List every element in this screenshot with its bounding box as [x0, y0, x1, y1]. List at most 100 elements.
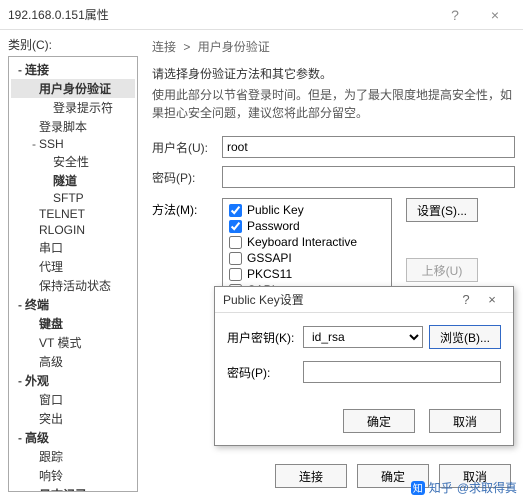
category-label: 类别(C):	[8, 36, 138, 53]
method-option[interactable]: Password	[229, 218, 385, 234]
subdlg-cancel-button[interactable]: 取消	[429, 409, 501, 433]
tree-node[interactable]: -终端	[11, 295, 135, 314]
tree-node[interactable]: 日志记录	[11, 485, 135, 492]
tree-node-label: 用户身份验证	[39, 82, 111, 96]
password-label: 密码(P):	[152, 169, 222, 186]
subdlg-ok-button[interactable]: 确定	[343, 409, 415, 433]
breadcrumb-root[interactable]: 连接	[152, 40, 176, 54]
tree-node-label: 保持活动状态	[39, 279, 111, 293]
password-input[interactable]	[222, 166, 515, 188]
method-checkbox[interactable]	[229, 236, 242, 249]
breadcrumb: 连接 > 用户身份验证	[152, 38, 515, 55]
tree-node-label: VT 模式	[39, 336, 81, 350]
tree-node-label: 串口	[39, 241, 63, 255]
tree-node-label: 高级	[39, 355, 63, 369]
tree-node-label: 突出	[39, 412, 63, 426]
watermark-author: @求取得真	[457, 479, 517, 496]
browse-button[interactable]: 浏览(B)...	[429, 325, 501, 349]
tree-node-label: 响铃	[39, 469, 63, 483]
tree-toggle-icon[interactable]: -	[15, 63, 25, 77]
tree-node-label: 登录脚本	[39, 120, 87, 134]
method-option[interactable]: Keyboard Interactive	[229, 234, 385, 250]
username-row: 用户名(U):	[152, 136, 515, 158]
tree-node[interactable]: 窗口	[11, 390, 135, 409]
subdlg-titlebar: Public Key设置 ? ×	[215, 287, 513, 313]
tree-node-label: RLOGIN	[39, 223, 85, 237]
subdlg-password-label: 密码(P):	[227, 364, 297, 381]
tree-toggle-icon[interactable]: -	[15, 431, 25, 445]
tree-node[interactable]: -连接	[11, 60, 135, 79]
username-input[interactable]	[222, 136, 515, 158]
zhihu-icon: 知	[411, 481, 425, 495]
tree-node-label: 终端	[25, 298, 49, 312]
watermark: 知 知乎 @求取得真	[411, 479, 517, 496]
settings-button[interactable]: 设置(S)...	[406, 198, 478, 222]
tree-node-label: 日志记录	[39, 488, 87, 492]
tree-toggle-icon[interactable]: -	[29, 137, 39, 151]
user-key-label: 用户密钥(K):	[227, 329, 297, 346]
titlebar: 192.168.0.151属性 ? ×	[0, 0, 523, 30]
subdlg-password-input[interactable]	[303, 361, 501, 383]
method-option[interactable]: GSSAPI	[229, 250, 385, 266]
username-label: 用户名(U):	[152, 139, 222, 156]
subdlg-title: Public Key设置	[223, 291, 453, 308]
method-checkbox[interactable]	[229, 268, 242, 281]
tree-node[interactable]: 安全性	[11, 152, 135, 171]
tree-node-label: 高级	[25, 431, 49, 445]
methods-label: 方法(M):	[152, 198, 222, 218]
tree-node-label: 跟踪	[39, 450, 63, 464]
subdlg-password-row: 密码(P):	[227, 361, 501, 383]
tree-node[interactable]: TELNET	[11, 206, 135, 222]
tree-toggle-icon[interactable]: -	[15, 374, 25, 388]
close-button[interactable]: ×	[475, 7, 515, 23]
tree-node[interactable]: -外观	[11, 371, 135, 390]
method-checkbox[interactable]	[229, 220, 242, 233]
tree-node[interactable]: 串口	[11, 238, 135, 257]
watermark-brand: 知乎	[429, 479, 453, 496]
category-tree[interactable]: -连接用户身份验证登录提示符登录脚本-SSH安全性隧道SFTPTELNETRLO…	[8, 56, 138, 492]
method-checkbox[interactable]	[229, 204, 242, 217]
breadcrumb-current: 用户身份验证	[198, 40, 270, 54]
user-key-row: 用户密钥(K): id_rsa 浏览(B)...	[227, 325, 501, 349]
tree-node-label: SSH	[39, 137, 64, 151]
tree-node[interactable]: 保持活动状态	[11, 276, 135, 295]
subdlg-buttons: 确定 取消	[215, 401, 513, 445]
tree-node-label: 外观	[25, 374, 49, 388]
subdlg-close-button[interactable]: ×	[479, 292, 505, 307]
tree-node-label: 安全性	[53, 155, 89, 169]
tree-node[interactable]: 代理	[11, 257, 135, 276]
method-label: GSSAPI	[247, 251, 292, 265]
method-checkbox[interactable]	[229, 252, 242, 265]
tree-node-label: 代理	[39, 260, 63, 274]
tree-node-label: 连接	[25, 63, 49, 77]
tree-node[interactable]: 高级	[11, 352, 135, 371]
tree-node[interactable]: 跟踪	[11, 447, 135, 466]
public-key-dialog: Public Key设置 ? × 用户密钥(K): id_rsa 浏览(B)..…	[214, 286, 514, 446]
description: 请选择身份验证方法和其它参数。	[152, 65, 515, 82]
method-option[interactable]: Public Key	[229, 202, 385, 218]
help-button[interactable]: ?	[435, 7, 475, 23]
tree-node[interactable]: RLOGIN	[11, 222, 135, 238]
tree-node[interactable]: 用户身份验证	[11, 79, 135, 98]
tree-node[interactable]: 登录脚本	[11, 117, 135, 136]
method-label: Keyboard Interactive	[247, 235, 357, 249]
method-option[interactable]: PKCS11	[229, 266, 385, 282]
tree-node-label: 隧道	[53, 174, 77, 188]
user-key-select[interactable]: id_rsa	[303, 326, 423, 348]
tree-node[interactable]: SFTP	[11, 190, 135, 206]
subdlg-help-button[interactable]: ?	[453, 292, 479, 307]
connect-button[interactable]: 连接	[275, 464, 347, 488]
tree-node[interactable]: 突出	[11, 409, 135, 428]
tree-node[interactable]: -SSH	[11, 136, 135, 152]
hint-text: 使用此部分以节省登录时间。但是，为了最大限度地提高安全性，如果担心安全问题，建议…	[152, 86, 515, 122]
tree-node[interactable]: -高级	[11, 428, 135, 447]
tree-node-label: 窗口	[39, 393, 63, 407]
tree-node-label: TELNET	[39, 207, 85, 221]
method-label: Password	[247, 219, 300, 233]
tree-node[interactable]: VT 模式	[11, 333, 135, 352]
tree-toggle-icon[interactable]: -	[15, 298, 25, 312]
tree-node[interactable]: 登录提示符	[11, 98, 135, 117]
tree-node[interactable]: 响铃	[11, 466, 135, 485]
tree-node[interactable]: 隧道	[11, 171, 135, 190]
tree-node[interactable]: 键盘	[11, 314, 135, 333]
